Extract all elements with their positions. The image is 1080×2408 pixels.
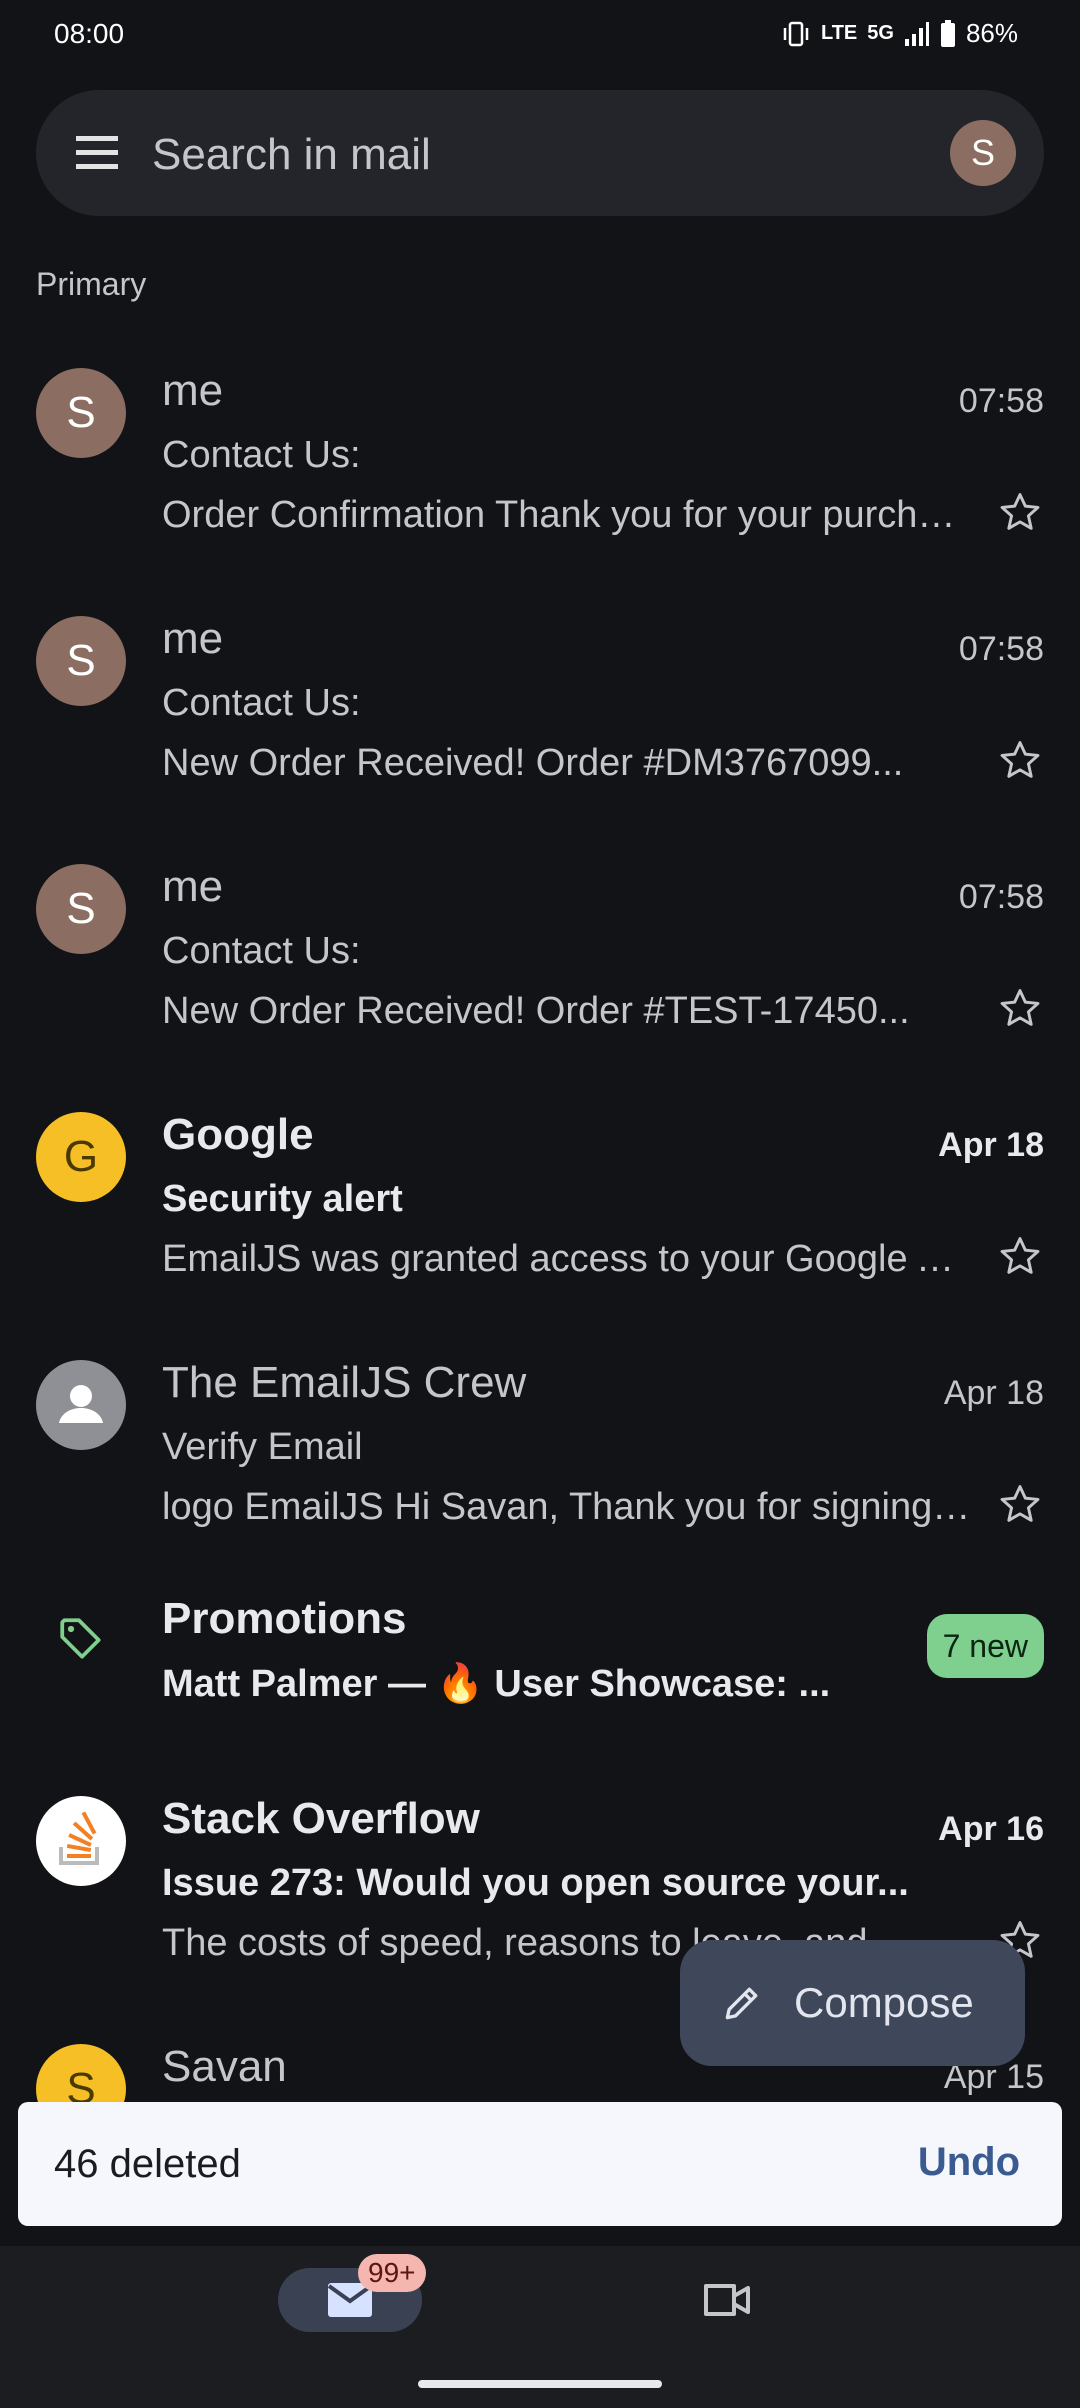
menu-icon[interactable] [74, 130, 122, 176]
sender-avatar[interactable]: G [36, 1112, 126, 1202]
home-indicator[interactable] [418, 2380, 662, 2388]
sender-name: Stack Overflow [162, 1794, 480, 1843]
email-subject: Security alert [162, 1178, 403, 1220]
sender-avatar[interactable] [36, 1360, 126, 1450]
compose-button[interactable]: Compose [680, 1940, 1025, 2066]
email-snippet: Order Confirmation Thank you for your pu… [162, 494, 972, 536]
email-snippet: EmailJS was granted access to your Googl… [162, 1238, 972, 1280]
search-input[interactable]: Search in mail [152, 130, 431, 180]
sender-name: me [162, 366, 224, 415]
vibrate-icon [783, 21, 809, 46]
star-icon[interactable] [998, 986, 1042, 1030]
snackbar-message: 46 deleted [54, 2142, 241, 2186]
email-row[interactable]: S me 07:58 Contact Us: New Order Receive… [0, 586, 1080, 834]
person-icon [59, 1385, 103, 1423]
sender-avatar[interactable]: S [36, 864, 126, 954]
pencil-icon [725, 1987, 758, 2020]
email-row[interactable]: S me 07:58 Contact Us: Order Confirmatio… [0, 338, 1080, 586]
mail-count-badge: 99+ [358, 2254, 426, 2292]
sender-name: me [162, 614, 224, 663]
email-subject: Contact Us: [162, 682, 361, 724]
undo-button[interactable]: Undo [918, 2140, 1020, 2185]
star-icon[interactable] [998, 1234, 1042, 1278]
email-subject: Issue 273: Would you open source your... [162, 1862, 909, 1904]
stack-overflow-icon [59, 1811, 99, 1865]
promotions-subtitle: Matt Palmer — 🔥 User Showcase: ... [162, 1663, 831, 1705]
status-icons: LTE 5G 86% [781, 18, 1018, 49]
email-date: 07:58 [958, 630, 1044, 668]
signal-icon [904, 21, 929, 46]
sender-avatar[interactable] [36, 1796, 126, 1886]
status-time: 08:00 [54, 18, 125, 49]
promotions-row[interactable]: Promotions Matt Palmer — 🔥 User Showcase… [0, 1578, 1080, 1766]
video-icon[interactable] [700, 2276, 756, 2324]
sender-avatar[interactable]: S [36, 368, 126, 458]
email-date: Apr 18 [943, 1374, 1044, 1412]
account-avatar[interactable]: S [950, 120, 1016, 186]
email-date: 07:58 [958, 878, 1044, 916]
email-row[interactable]: G Google Apr 18 Security alert EmailJS w… [0, 1082, 1080, 1330]
battery-icon [940, 19, 955, 47]
promotions-title: Promotions [162, 1594, 407, 1643]
sender-name: Savan [162, 2042, 287, 2091]
star-icon[interactable] [998, 490, 1042, 534]
email-date: Apr 18 [938, 1126, 1044, 1164]
sender-avatar[interactable]: S [36, 616, 126, 706]
email-date: 07:58 [958, 382, 1044, 420]
tag-icon [60, 1618, 101, 1659]
star-icon[interactable] [998, 1482, 1042, 1526]
snackbar: 46 deleted Undo [18, 2102, 1062, 2226]
sender-name: Google [162, 1110, 314, 1159]
email-subject: Contact Us: [162, 930, 361, 972]
gmail-screen: 08:00 LTE 5G 86% Search in mail S Primar… [0, 0, 1080, 2408]
bottom-navigation: 99+ [0, 2246, 1080, 2408]
network-label: 5G [867, 22, 894, 44]
sender-name: me [162, 862, 224, 911]
email-snippet: New Order Received! Order #TEST-17450... [162, 990, 910, 1032]
sender-name: The EmailJS Crew [162, 1358, 527, 1407]
status-bar: 08:00 LTE 5G 86% [0, 0, 1080, 72]
compose-label: Compose [794, 1979, 974, 2026]
email-subject: Contact Us: [162, 434, 361, 476]
email-subject: Verify Email [162, 1426, 363, 1468]
email-date: Apr 16 [938, 1810, 1044, 1848]
email-snippet: New Order Received! Order #DM3767099... [162, 742, 904, 784]
email-row[interactable]: S me 07:58 Contact Us: New Order Receive… [0, 834, 1080, 1082]
promotions-new-badge: 7 new [926, 1614, 1044, 1678]
email-row[interactable]: The EmailJS Crew Apr 18 Verify Email log… [0, 1330, 1080, 1578]
email-snippet: logo EmailJS Hi Savan, Thank you for sig… [162, 1486, 972, 1528]
search-bar[interactable]: Search in mail S [36, 90, 1044, 216]
section-label-primary: Primary [36, 266, 147, 302]
volte-indicator: LTE [820, 22, 858, 44]
star-icon[interactable] [998, 738, 1042, 782]
battery-percent: 86% [965, 18, 1018, 48]
